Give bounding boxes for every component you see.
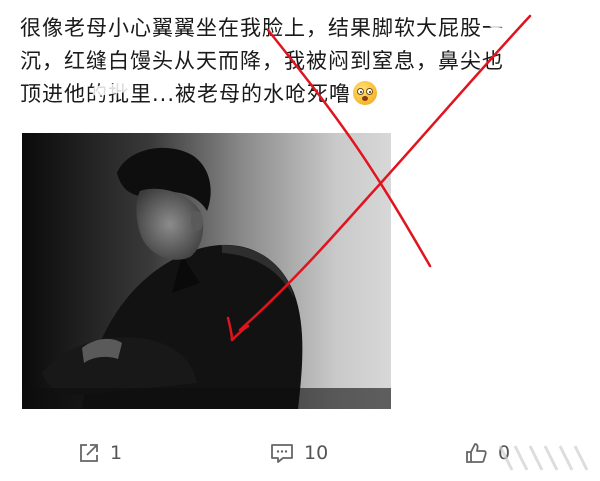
weibo-post-screen: 很像老母小心翼翼坐在我脸上，结果脚软大屁股一 沉，红缝白馒头从天而降，我被闷到窒…: [0, 0, 600, 481]
share-icon: [80, 444, 98, 462]
post-action-bar: 1 10 0: [0, 432, 600, 476]
post-text-line-content: 顶进他的批里...被老母的水呛死噜: [20, 82, 352, 106]
comment-count: 10: [304, 442, 329, 464]
post-photo[interactable]: [22, 133, 391, 409]
share-count: 1: [110, 442, 123, 464]
share-button[interactable]: 1: [78, 442, 122, 464]
flushed-face-emoji-icon: [353, 81, 378, 105]
post-text-line: 沉，红缝白馒头从天而降，我被闷到窒息，鼻尖也: [20, 49, 504, 73]
like-button[interactable]: 0: [464, 442, 510, 464]
comment-icon: [271, 444, 293, 463]
portrait-photo-image: [22, 133, 391, 409]
thumbs-up-icon: [466, 443, 487, 463]
comment-button[interactable]: 10: [270, 442, 328, 464]
like-count: 0: [498, 442, 511, 464]
